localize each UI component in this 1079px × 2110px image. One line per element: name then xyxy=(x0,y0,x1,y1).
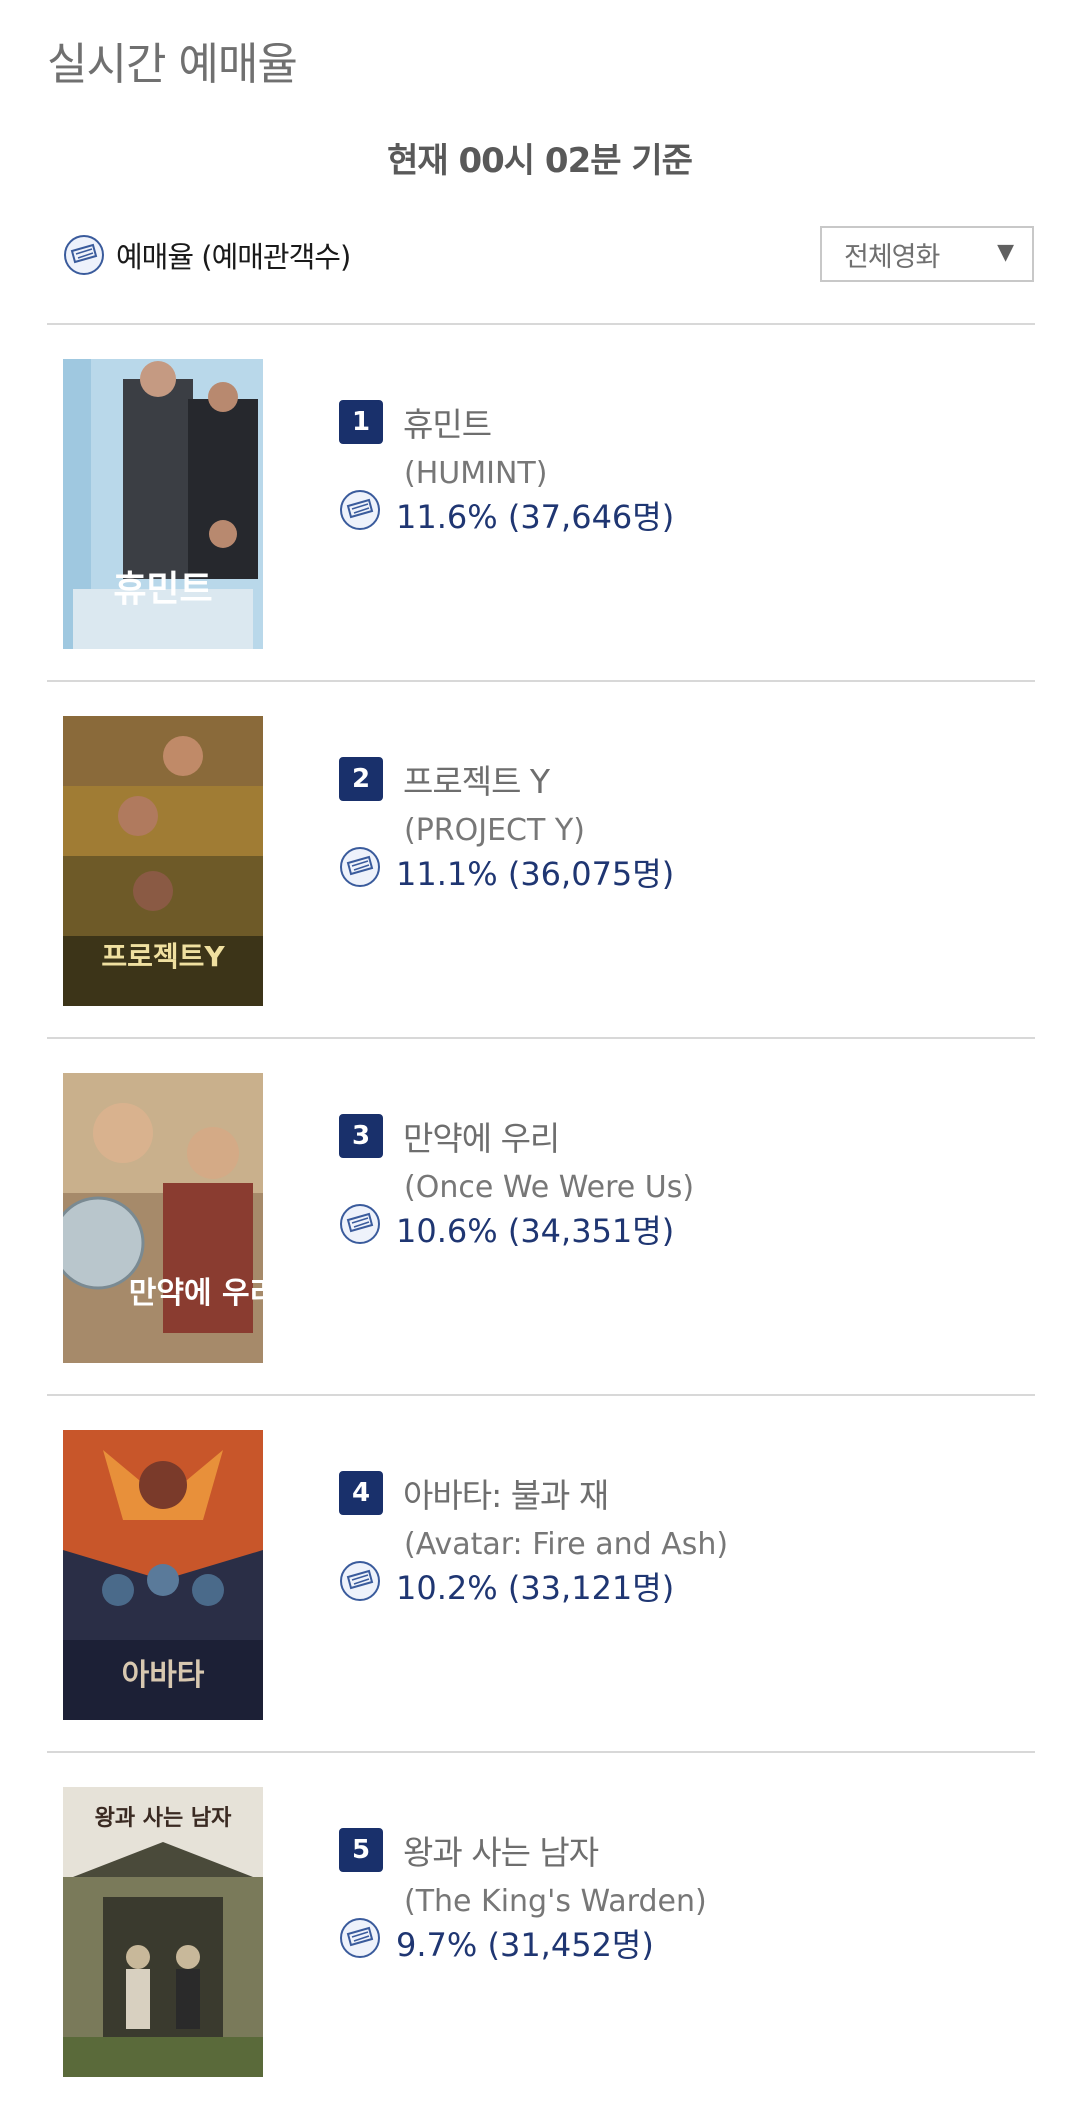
rank-badge: 4 xyxy=(339,1471,383,1515)
movie-filter-select[interactable]: 전체영화 ▼ xyxy=(820,226,1034,282)
movie-title-english: (The King's Warden) xyxy=(404,1884,707,1919)
movie-title-korean[interactable]: 아바타: 불과 재 xyxy=(403,1469,609,1517)
booking-rate: 11.1% (36,075명) xyxy=(396,855,675,893)
poster-title-text: 프로젝트Y xyxy=(101,940,225,973)
booking-rate: 9.7% (31,452명) xyxy=(396,1926,654,1964)
page-title: 실시간 예매율 xyxy=(47,39,298,90)
movie-poster[interactable]: 휴민트 xyxy=(63,359,263,649)
legend: 예매율 (예매관객수) xyxy=(63,232,351,278)
movie-row-2[interactable]: 프로젝트Y 2 프로젝트 Y (PROJECT Y) 11.1% (36,075… xyxy=(47,682,1035,1039)
movie-title-english: (HUMINT) xyxy=(404,456,548,491)
movie-poster[interactable]: 아바타 xyxy=(63,1430,263,1720)
ticket-icon xyxy=(340,1561,380,1601)
movie-poster[interactable]: 프로젝트Y xyxy=(63,716,263,1006)
rank-badge: 5 xyxy=(339,1828,383,1872)
movie-title-english: (PROJECT Y) xyxy=(404,813,585,848)
legend-label: 예매율 (예매관객수) xyxy=(116,240,351,274)
booking-rate: 11.6% (37,646명) xyxy=(396,498,675,536)
rank-badge: 1 xyxy=(339,400,383,444)
movie-title-english: (Once We Were Us) xyxy=(404,1170,695,1205)
dropdown-arrow-icon: ▼ xyxy=(997,240,1014,265)
poster-title-text: 휴민트 xyxy=(113,569,212,610)
timestamp: 현재 00시 02분 기준 xyxy=(387,141,693,181)
movie-row-1[interactable]: 휴민트 1 휴민트 (HUMINT) 11.6% (37,646명) xyxy=(47,325,1035,682)
ticket-icon xyxy=(340,847,380,887)
movie-row-3[interactable]: 만약에 우리 3 만약에 우리 (Once We Were Us) 10.6% … xyxy=(47,1039,1035,1396)
booking-rate: 10.2% (33,121명) xyxy=(396,1569,675,1607)
movie-poster[interactable]: 만약에 우리 xyxy=(63,1073,263,1363)
movie-title-korean[interactable]: 프로젝트 Y xyxy=(403,755,550,803)
rank-badge: 3 xyxy=(339,1114,383,1158)
poster-title-text: 아바타 xyxy=(122,1658,205,1693)
ticket-icon xyxy=(64,235,104,275)
booking-rate: 10.6% (34,351명) xyxy=(396,1212,675,1250)
poster-title-text: 만약에 우리 xyxy=(129,1276,263,1311)
movie-title-korean[interactable]: 왕과 사는 남자 xyxy=(403,1826,599,1874)
movie-poster[interactable]: 왕과 사는 남자 xyxy=(63,1787,263,2077)
movie-title-korean[interactable]: 휴민트 xyxy=(403,398,492,446)
rank-badge: 2 xyxy=(339,757,383,801)
ticket-icon xyxy=(340,1204,380,1244)
movie-title-english: (Avatar: Fire and Ash) xyxy=(404,1527,729,1562)
poster-title-text: 왕과 사는 남자 xyxy=(95,1806,233,1831)
ticket-icon xyxy=(340,490,380,530)
ticket-icon xyxy=(340,1918,380,1958)
filter-selected-value: 전체영화 xyxy=(844,241,940,273)
movie-row-5[interactable]: 왕과 사는 남자 5 왕과 사는 남자 (The King's Warden) … xyxy=(47,1753,1035,2110)
movie-row-4[interactable]: 아바타 4 아바타: 불과 재 (Avatar: Fire and Ash) 1… xyxy=(47,1396,1035,1753)
movie-title-korean[interactable]: 만약에 우리 xyxy=(403,1112,560,1160)
